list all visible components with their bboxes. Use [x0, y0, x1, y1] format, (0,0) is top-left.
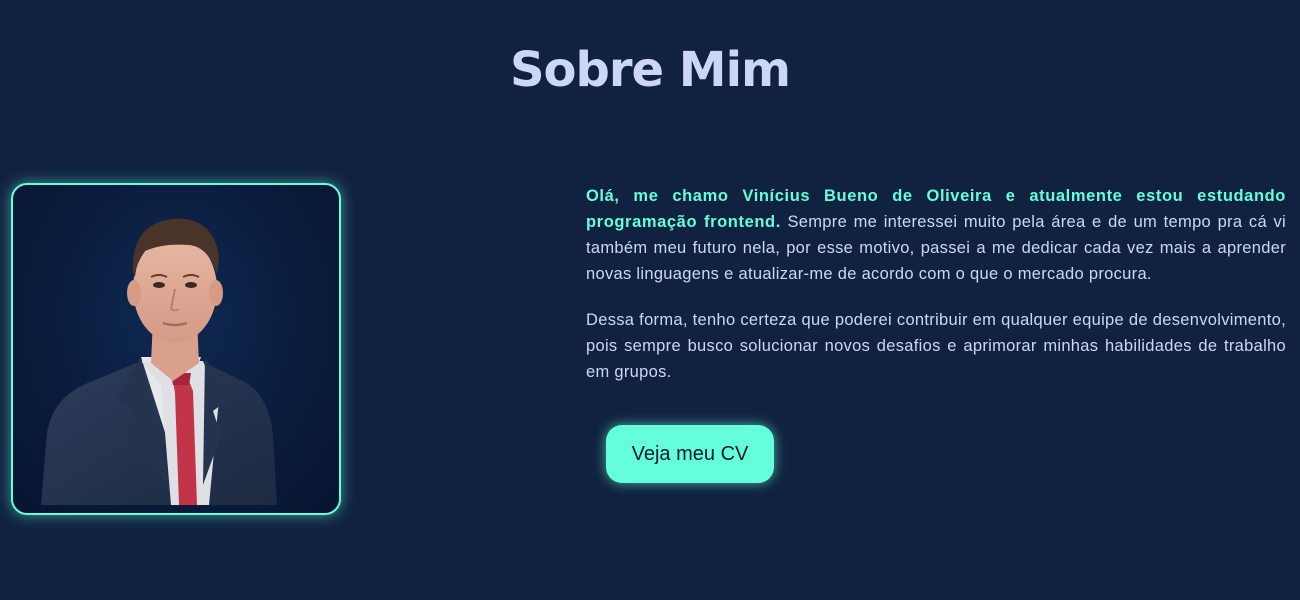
section-title: Sobre Mim [509, 42, 791, 98]
profile-photo [11, 183, 341, 515]
about-paragraph-2: Dessa forma, tenho certeza que poderei c… [586, 311, 1286, 381]
profile-photo-image [41, 218, 277, 505]
about-paragraph-1: Olá, me chamo Vinícius Bueno de Oliveira… [586, 183, 1286, 287]
view-cv-button[interactable]: Veja meu CV [606, 425, 774, 483]
about-text: Olá, me chamo Vinícius Bueno de Oliveira… [586, 183, 1286, 405]
